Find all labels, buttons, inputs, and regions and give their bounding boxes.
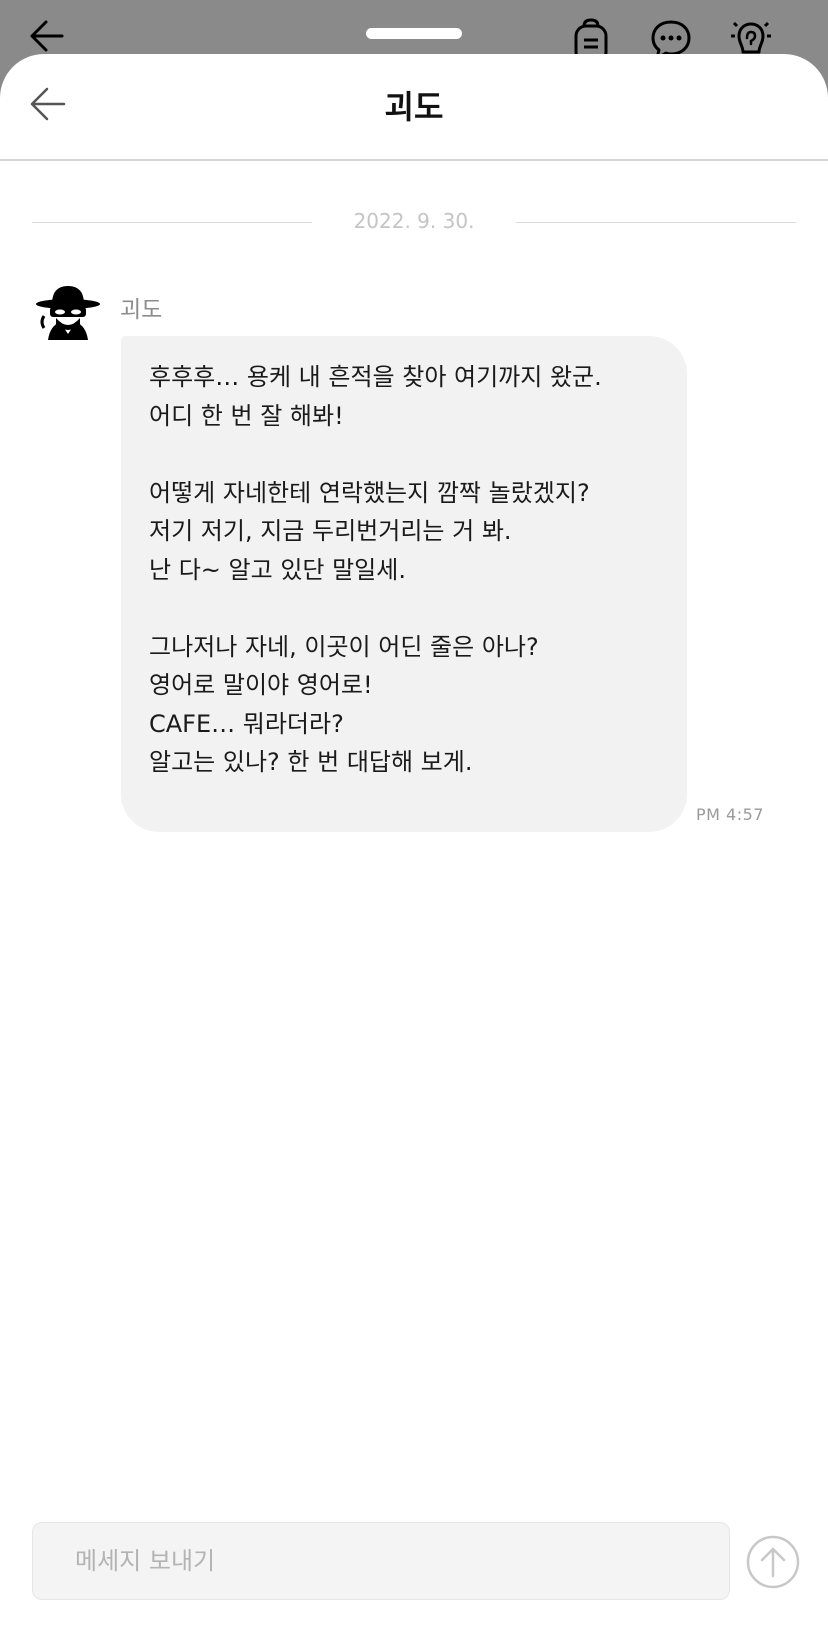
- message-line: 영어로 말이야 영어로!: [149, 671, 373, 699]
- message-line: 알고는 있나? 한 번 대답해 보게.: [149, 748, 473, 776]
- top-bar: [0, 0, 828, 64]
- top-back-button[interactable]: [26, 14, 70, 58]
- date-label: 2022. 9. 30.: [353, 209, 475, 233]
- chat-sheet: 괴도 2022. 9. 30. 괴도 후후후… 용케 내 흔적을 찾아 여기까지…: [0, 54, 828, 1634]
- page-title: 괴도: [384, 88, 444, 126]
- sheet-drag-handle[interactable]: [366, 28, 462, 39]
- message-input[interactable]: [33, 1523, 729, 1599]
- message-line: 어떻게 자네한테 연락했는지 깜짝 놀랐겠지?: [149, 478, 590, 507]
- message-line: 후후후… 용케 내 흔적을 찾아 여기까지 왔군.: [149, 363, 602, 391]
- sender-name: 괴도: [120, 297, 163, 323]
- message-timestamp: PM 4:57: [696, 805, 764, 824]
- message-line: CAFE… 뭐라더라?: [149, 709, 344, 738]
- message-line: [149, 435, 659, 474]
- send-button[interactable]: [745, 1534, 801, 1590]
- chat-header: 괴도: [0, 54, 828, 161]
- message-line: 난 다~ 알고 있단 말일세.: [149, 555, 406, 584]
- arrow-up-circle-icon: [746, 1535, 800, 1589]
- detective-avatar-icon: [30, 274, 106, 350]
- message-bubble[interactable]: 후후후… 용케 내 흔적을 찾아 여기까지 왔군. 어디 한 번 잘 해봐! 어…: [121, 336, 687, 832]
- date-divider: 2022. 9. 30.: [32, 207, 796, 237]
- message-line: [149, 589, 659, 628]
- arrow-left-icon: [30, 20, 64, 52]
- message-line: 어디 한 번 잘 해봐!: [149, 401, 344, 430]
- message-line: 저기 저기, 지금 두리번거리는 거 봐.: [149, 517, 512, 545]
- avatar[interactable]: [30, 274, 106, 350]
- divider-line: [516, 222, 796, 223]
- message-line: 그나저나 자네, 이곳이 어딘 줄은 아나?: [149, 632, 539, 661]
- message-input-box[interactable]: [32, 1522, 730, 1600]
- chat-screen: 괴도 2022. 9. 30. 괴도 후후후… 용케 내 흔적을 찾아 여기까지…: [0, 0, 828, 1634]
